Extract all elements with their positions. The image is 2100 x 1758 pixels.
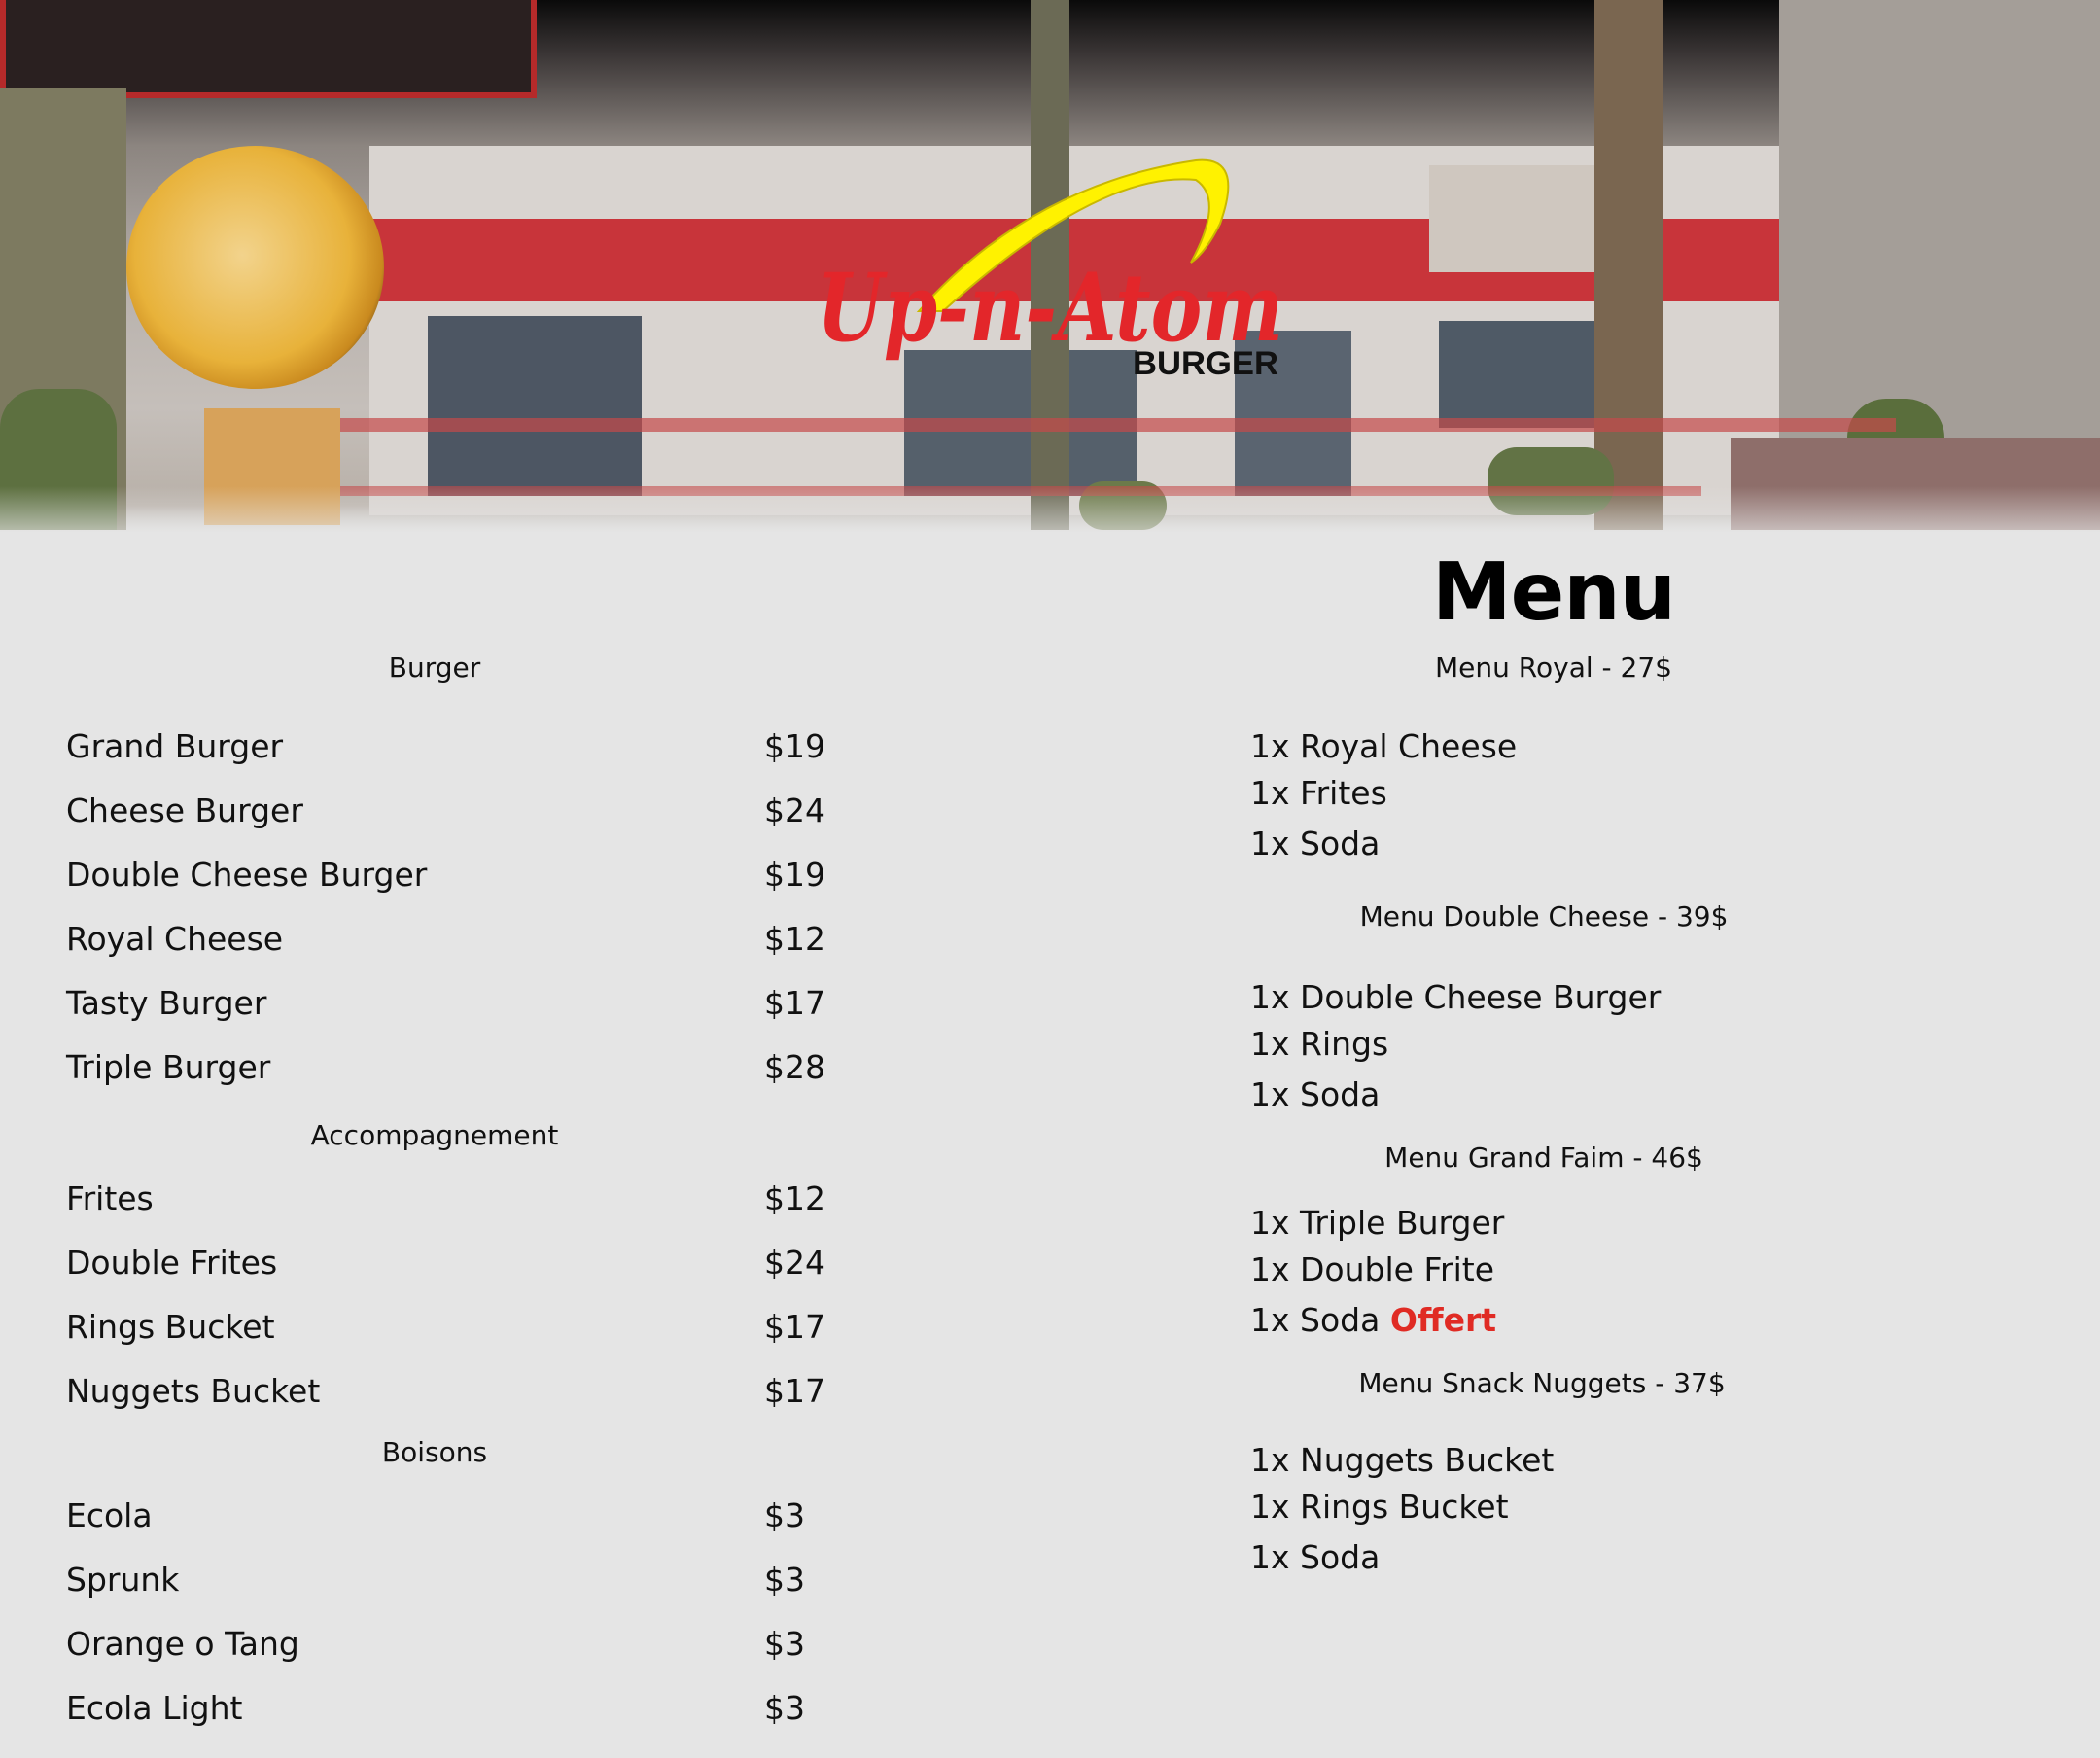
combo-item: 1x Soda: [1250, 825, 1381, 862]
menu-item-name: Cheese Burger: [66, 791, 303, 829]
combo-item-with-offer: 1x Soda Offert: [1250, 1301, 1496, 1339]
menu-item-price: $3: [764, 1561, 805, 1599]
menu-item-name: Nuggets Bucket: [66, 1372, 321, 1410]
combo-item: 1x Soda: [1250, 1075, 1381, 1113]
menu-item-name: Grand Burger: [66, 727, 284, 765]
menu-item-name: Ecola Light: [66, 1689, 243, 1727]
menu-item-price: $19: [764, 856, 825, 894]
section-title-burger: Burger: [388, 651, 481, 684]
combo-title-double-cheese: Menu Double Cheese - 39$: [1359, 900, 1729, 932]
combo-item: 1x Royal Cheese: [1250, 727, 1518, 765]
menu-item-price: $24: [764, 791, 825, 829]
menu-item-name: Sprunk: [66, 1561, 180, 1599]
menu-item-price: $3: [764, 1496, 805, 1534]
combo-title-royal: Menu Royal - 27$: [1435, 651, 1672, 684]
combo-item: 1x Rings Bucket: [1250, 1488, 1509, 1526]
section-title-boisons: Boisons: [381, 1436, 488, 1468]
logo-sub-text: BURGER: [1133, 345, 1278, 382]
up-n-atom-logo: Up-n-Atom BURGER: [817, 158, 1283, 382]
menu-item-price: $17: [764, 1308, 825, 1346]
combo-title-grand-faim: Menu Grand Faim - 46$: [1384, 1142, 1703, 1174]
menu-item-price: $17: [764, 1372, 825, 1410]
menu-item-name: Royal Cheese: [66, 920, 284, 958]
menu-item-name: Double Cheese Burger: [66, 856, 428, 894]
menu-item-name: Orange o Tang: [66, 1625, 299, 1663]
menu-item-name: Rings Bucket: [66, 1308, 275, 1346]
menu-item-price: $12: [764, 920, 825, 958]
header-banner: Up-n-Atom BURGER: [0, 0, 2100, 533]
combo-item: 1x Double Cheese Burger: [1250, 978, 1662, 1016]
combo-item: 1x Rings: [1250, 1025, 1389, 1063]
menu-item-price: $12: [764, 1179, 825, 1217]
menu-item-price: $3: [764, 1689, 805, 1727]
combo-item: 1x Frites: [1250, 774, 1387, 812]
offer-label: Offert: [1389, 1301, 1497, 1339]
menu-item-price: $19: [764, 727, 825, 765]
combo-item: 1x Soda: [1250, 1538, 1381, 1576]
combo-item: 1x Triple Burger: [1250, 1204, 1505, 1242]
menu-item-name: Double Frites: [66, 1244, 278, 1282]
menu-item-price: $17: [764, 984, 825, 1022]
menu-item-name: Triple Burger: [66, 1048, 271, 1086]
combo-title-snack-nuggets: Menu Snack Nuggets - 37$: [1358, 1367, 1726, 1399]
section-title-accompagnement: Accompagnement: [310, 1119, 559, 1151]
menu-item-price: $3: [764, 1625, 805, 1663]
combo-item: 1x Double Frite: [1250, 1250, 1494, 1288]
combo-item: 1x Nuggets Bucket: [1250, 1441, 1555, 1479]
rusty-browns-sign: [126, 146, 384, 389]
menu-item-name: Tasty Burger: [66, 984, 267, 1022]
menu-item-name: Frites: [66, 1179, 154, 1217]
menu-item-name: Ecola: [66, 1496, 153, 1534]
menu-heading: Menu: [1432, 546, 1676, 639]
combo-item-text: 1x Soda: [1250, 1301, 1381, 1339]
menu-item-price: $24: [764, 1244, 825, 1282]
menu-item-price: $28: [764, 1048, 825, 1086]
